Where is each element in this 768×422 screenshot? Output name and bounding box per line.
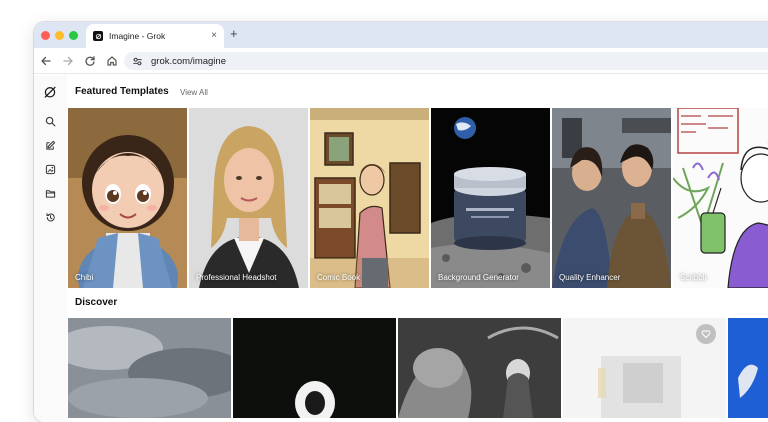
new-tab-button[interactable]: +	[230, 27, 238, 41]
background-generator-thumbnail	[431, 108, 550, 288]
template-label: Chibi	[75, 273, 94, 282]
forward-arrow-icon[interactable]	[61, 54, 75, 68]
minimize-window-button[interactable]	[55, 31, 64, 40]
discover-grid	[67, 318, 768, 418]
template-label: Scribbli	[680, 273, 707, 282]
chibi-thumbnail	[68, 108, 187, 288]
view-all-link[interactable]: View All	[180, 88, 208, 97]
headshot-thumbnail	[189, 108, 308, 288]
template-card-quality-enhancer[interactable]: Quality Enhancer	[552, 108, 671, 288]
favorite-heart-icon[interactable]	[696, 324, 716, 344]
history-icon[interactable]	[43, 210, 57, 224]
imagine-icon[interactable]	[43, 162, 57, 176]
template-label: Professional Headshot	[196, 273, 277, 282]
tab-imagine[interactable]: Imagine - Grok ×	[86, 24, 224, 48]
grok-favicon-icon	[93, 31, 103, 41]
template-card-chibi[interactable]: Chibi	[68, 108, 187, 288]
discover-card[interactable]	[728, 318, 768, 418]
template-card-background-generator[interactable]: Background Generator	[431, 108, 550, 288]
reload-icon[interactable]	[83, 54, 97, 68]
discover-card[interactable]	[398, 318, 561, 418]
site-settings-icon[interactable]	[132, 56, 143, 67]
template-card-professional-headshot[interactable]: Professional Headshot	[189, 108, 308, 288]
discover-clouds-image	[68, 318, 231, 418]
url-text: grok.com/imagine	[151, 55, 226, 67]
comic-book-thumbnail	[310, 108, 429, 288]
discover-card[interactable]	[563, 318, 726, 418]
scribbli-thumbnail	[673, 108, 768, 288]
discover-heading: Discover	[75, 297, 118, 308]
discover-blue-image	[728, 318, 768, 418]
home-icon[interactable]	[105, 54, 119, 68]
url-field[interactable]: grok.com/imagine	[124, 52, 768, 70]
sidebar	[34, 75, 67, 422]
template-label: Comic Book	[317, 273, 361, 282]
tab-bar: Imagine - Grok × +	[34, 22, 768, 48]
tab-close-icon[interactable]: ×	[211, 31, 217, 41]
page-content: Featured Templates View All Chibi Profes…	[34, 75, 768, 422]
template-label: Background Generator	[438, 273, 519, 282]
address-bar: grok.com/imagine	[34, 48, 768, 74]
featured-templates-row: Chibi Professional Headshot Comic Book B…	[67, 108, 768, 288]
close-window-button[interactable]	[41, 31, 50, 40]
template-card-comic-book[interactable]: Comic Book	[310, 108, 429, 288]
search-icon[interactable]	[43, 114, 57, 128]
browser-window: Imagine - Grok × + grok.com/imagine Feat…	[34, 22, 768, 422]
back-arrow-icon[interactable]	[39, 54, 53, 68]
discover-card[interactable]	[233, 318, 396, 418]
tab-title: Imagine - Grok	[109, 31, 166, 41]
main-area: Featured Templates View All Chibi Profes…	[67, 75, 768, 422]
quality-enhancer-thumbnail	[552, 108, 671, 288]
discover-dark-image	[233, 318, 396, 418]
template-label: Quality Enhancer	[559, 273, 621, 282]
grok-logo-icon[interactable]	[43, 85, 57, 99]
maximize-window-button[interactable]	[69, 31, 78, 40]
template-card-scribbli[interactable]: Scribbli	[673, 108, 768, 288]
folder-icon[interactable]	[43, 186, 57, 200]
edit-icon[interactable]	[43, 138, 57, 152]
featured-templates-heading: Featured Templates	[75, 86, 169, 97]
discover-sculpture-image	[398, 318, 561, 418]
discover-card[interactable]	[68, 318, 231, 418]
